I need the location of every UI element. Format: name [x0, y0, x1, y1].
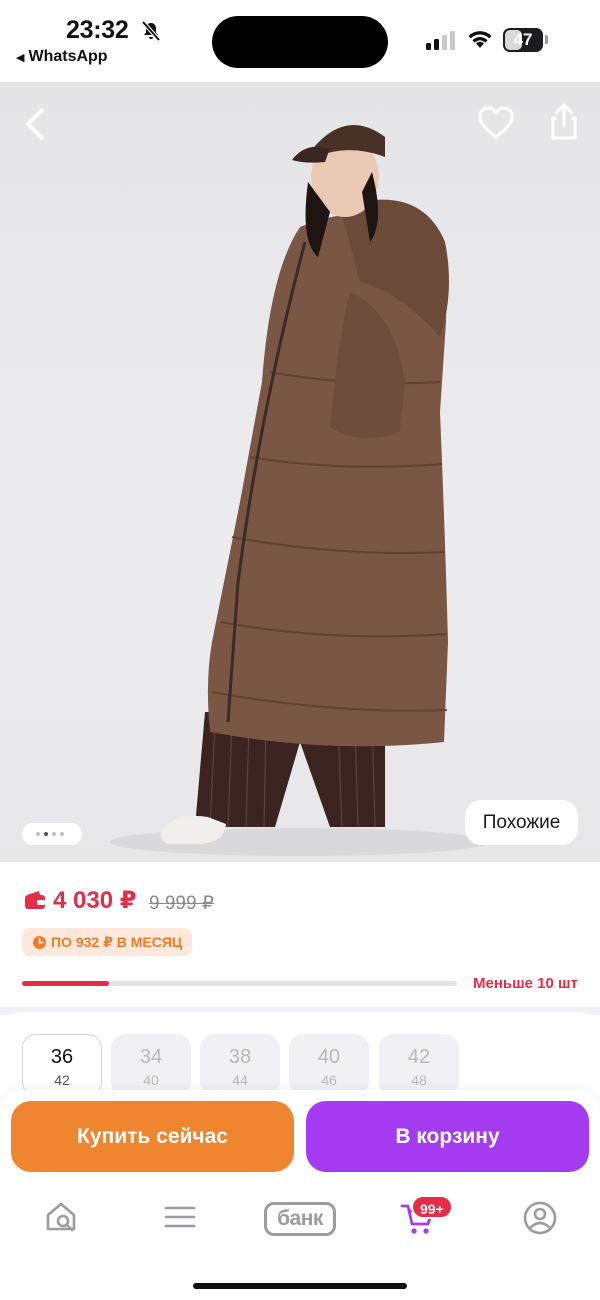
- battery-icon: 47: [503, 28, 543, 52]
- carousel-dot: [36, 832, 40, 836]
- back-to-app-link[interactable]: ◀ WhatsApp: [16, 48, 108, 66]
- size-option[interactable]: 36 42: [22, 1034, 102, 1096]
- back-triangle-icon: ◀: [16, 52, 25, 64]
- price-card: 4 030 ₽ 9 999 ₽ ПО 932 ₽ В МЕСЯЦ Меньше …: [0, 862, 600, 1007]
- size-ru: 48: [411, 1072, 427, 1088]
- similar-button[interactable]: Похожие: [465, 800, 578, 845]
- stock-progress-fill: [22, 981, 109, 986]
- carousel-dot: [60, 832, 64, 836]
- size-selector: 36 42 34 40 38 44 40 46 42 48: [0, 1012, 600, 1102]
- status-bar: 23:32 ◀ WhatsApp 47: [0, 0, 600, 82]
- bell-slash-icon: [141, 20, 161, 42]
- size-ru: 42: [54, 1072, 70, 1088]
- carousel-dot: [52, 832, 56, 836]
- product-photo-illustration: [110, 125, 490, 856]
- size-ru: 40: [143, 1072, 159, 1088]
- dynamic-island: [212, 16, 388, 68]
- cart-count-badge: 99+: [411, 1195, 453, 1219]
- battery-nub: [545, 35, 548, 44]
- size-eu: 38: [228, 1046, 252, 1068]
- menu-icon[interactable]: [163, 1200, 197, 1234]
- size-option[interactable]: 42 48: [379, 1034, 459, 1096]
- status-time: 23:32: [66, 16, 129, 44]
- carousel-dot: [44, 832, 48, 836]
- size-eu: 40: [317, 1046, 341, 1068]
- size-ru: 44: [232, 1072, 248, 1088]
- battery-level: 47: [513, 30, 533, 49]
- back-app-label: WhatsApp: [28, 48, 108, 65]
- product-image[interactable]: Похожие: [0, 82, 600, 862]
- size-eu: 34: [139, 1046, 163, 1068]
- old-price: 9 999 ₽: [149, 893, 214, 914]
- stock-progress-bar: [22, 981, 457, 986]
- size-option[interactable]: 34 40: [111, 1034, 191, 1096]
- action-bar: Купить сейчас В корзину: [0, 1090, 600, 1182]
- wallet-icon: [25, 891, 45, 909]
- signal-icon: [426, 31, 455, 50]
- heart-icon[interactable]: [478, 106, 514, 140]
- size-option[interactable]: 38 44: [200, 1034, 280, 1096]
- stock-label: Меньше 10 шт: [473, 975, 578, 992]
- installment-text: ПО 932 ₽ В МЕСЯЦ: [51, 934, 183, 950]
- profile-icon[interactable]: [522, 1200, 558, 1236]
- installment-badge[interactable]: ПО 932 ₽ В МЕСЯЦ: [22, 928, 193, 956]
- buy-now-button[interactable]: Купить сейчас: [11, 1101, 294, 1172]
- chevron-left-icon[interactable]: [20, 104, 50, 144]
- size-option[interactable]: 40 46: [289, 1034, 369, 1096]
- home-indicator[interactable]: [193, 1283, 407, 1289]
- bank-button[interactable]: банк: [264, 1202, 336, 1236]
- wifi-icon: [468, 31, 492, 48]
- installment-clock-icon: [33, 936, 46, 949]
- current-price: 4 030 ₽: [53, 887, 137, 914]
- share-icon[interactable]: [548, 102, 580, 142]
- add-to-cart-button[interactable]: В корзину: [306, 1101, 589, 1172]
- size-ru: 46: [321, 1072, 337, 1088]
- size-eu: 42: [407, 1046, 431, 1068]
- home-search-icon[interactable]: [44, 1200, 78, 1234]
- carousel-indicator: [22, 823, 82, 845]
- size-eu: 36: [50, 1046, 74, 1068]
